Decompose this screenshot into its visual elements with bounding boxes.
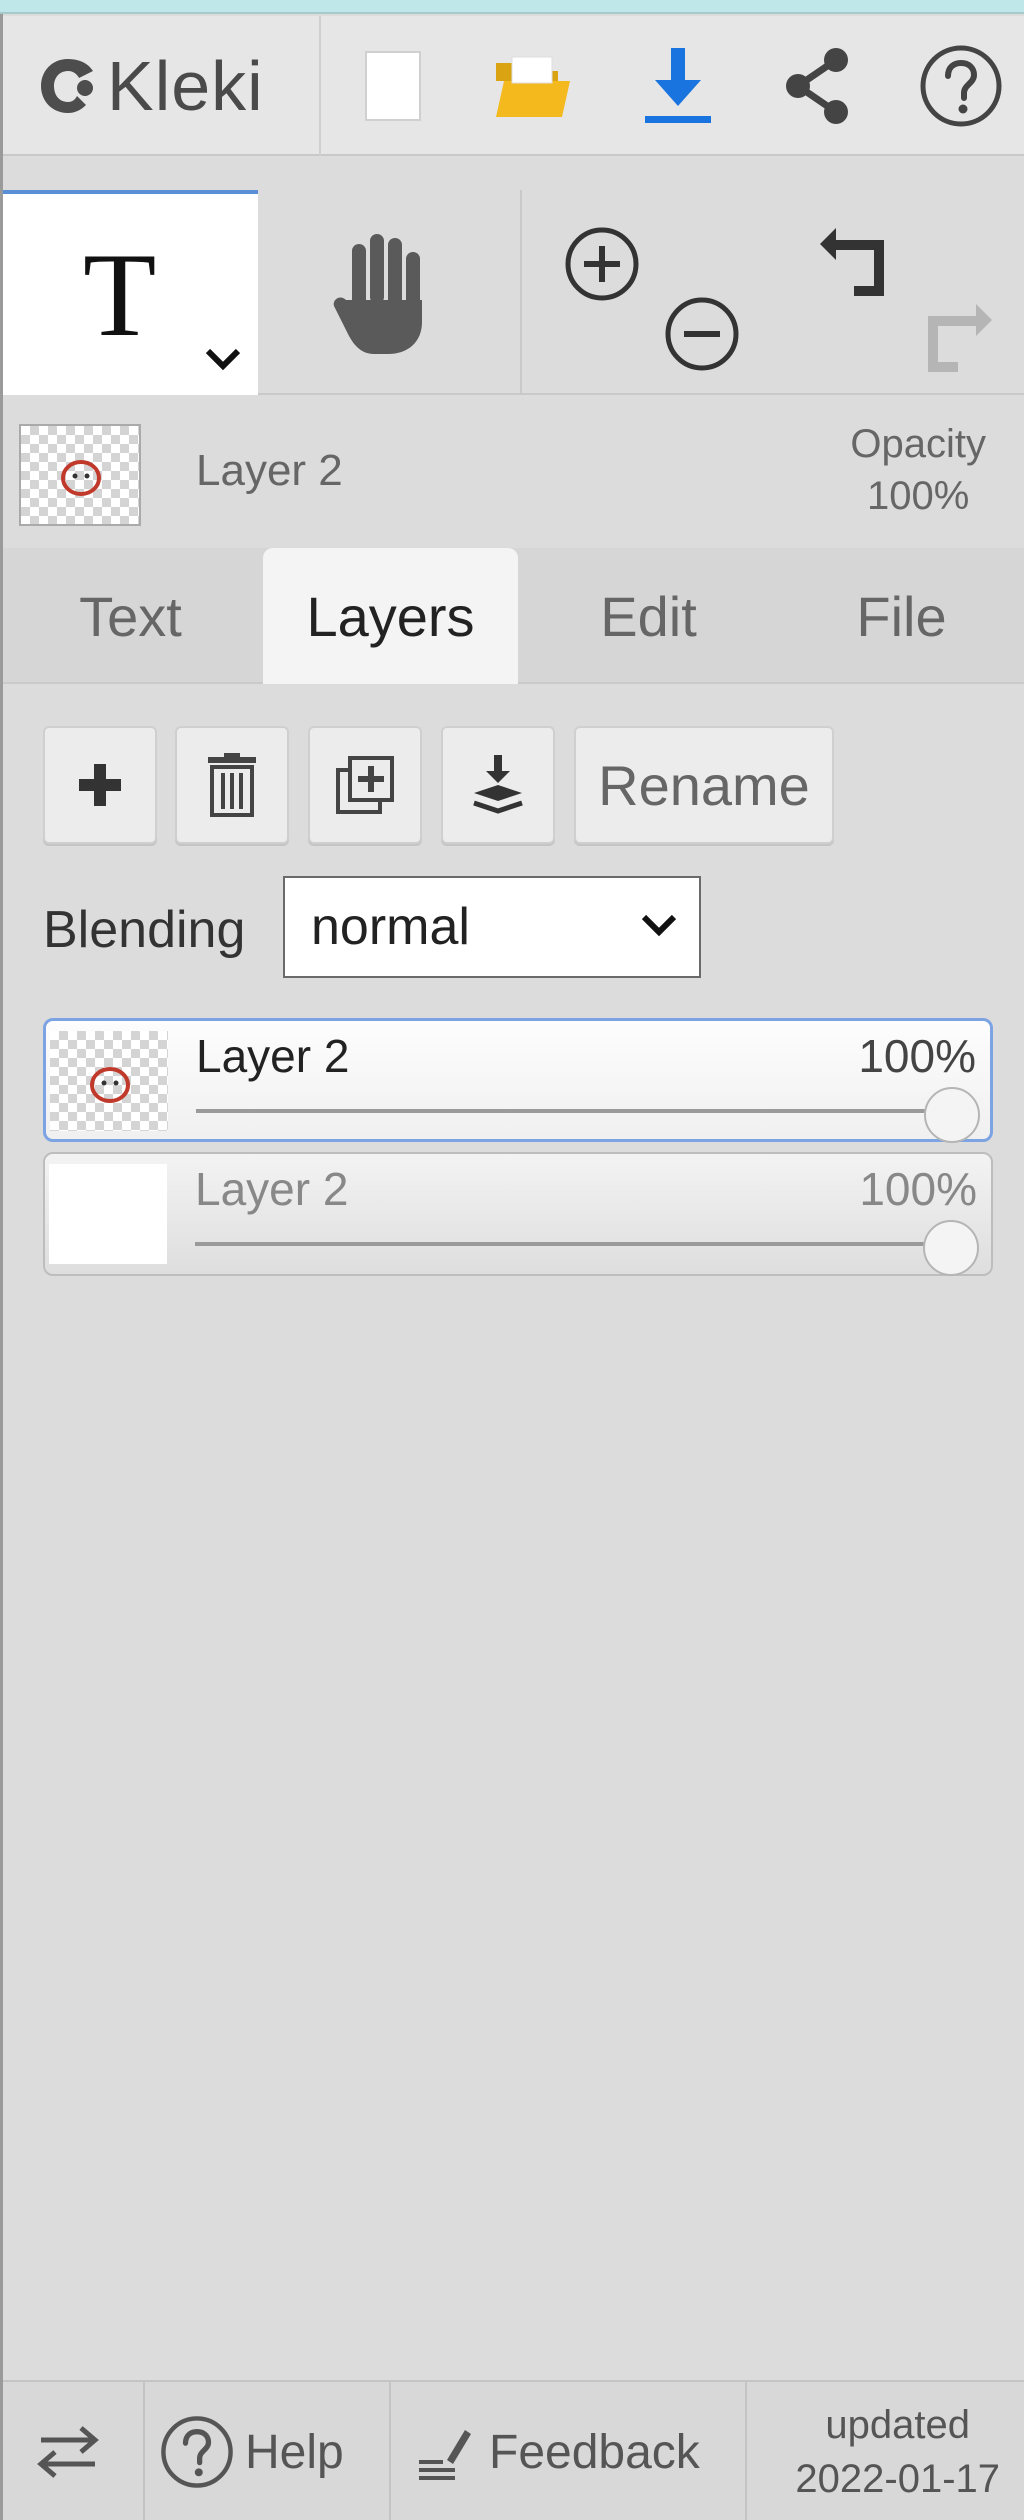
layer-opacity-slider-knob[interactable]: [924, 1087, 980, 1143]
trash-icon: [208, 753, 256, 817]
open-folder-icon: [496, 56, 570, 117]
chevron-down-icon: [641, 914, 677, 937]
blending-select[interactable]: normal: [283, 876, 701, 978]
blending-label: Blending: [43, 901, 246, 959]
history-buttons: [774, 190, 1024, 395]
merge-down-icon: [473, 755, 523, 814]
current-layer-info: Layer 2 Opacity 100%: [3, 398, 1024, 548]
kleki-logo-icon: [41, 59, 93, 113]
layer-opacity-slider-knob[interactable]: [923, 1220, 979, 1276]
app-logo[interactable]: Kleki: [3, 16, 321, 156]
layer-name: Layer 2: [195, 1163, 349, 1215]
footer-bar: Help Feedback updated 2022-01-17: [3, 2380, 1024, 2520]
add-layer-button[interactable]: [43, 726, 157, 844]
help-link[interactable]: Help: [159, 2382, 344, 2520]
updated-date: 2022-01-17: [795, 2457, 1000, 2501]
footer-divider: [389, 2382, 391, 2520]
app-name: Kleki: [107, 47, 264, 125]
version-info: updated 2022-01-17: [795, 2398, 1000, 2506]
feedback-label: Feedback: [489, 2425, 700, 2479]
footer-divider: [745, 2382, 747, 2520]
download-icon: [645, 48, 711, 123]
tab-text[interactable]: Text: [3, 548, 258, 684]
tab-file[interactable]: File: [779, 548, 1024, 684]
current-layer-thumbnail: [19, 424, 141, 526]
plus-icon: [79, 764, 121, 806]
rename-layer-button[interactable]: Rename: [574, 726, 834, 844]
zoom-buttons: [522, 190, 772, 395]
share-icon: [786, 48, 848, 124]
text-tool-button[interactable]: T: [3, 190, 258, 395]
menu-bar: Kleki: [3, 16, 1024, 156]
updated-label: updated: [825, 2403, 970, 2447]
feedback-icon: [419, 2430, 471, 2480]
window-top-strip: [0, 0, 1024, 14]
zoom-in-icon[interactable]: [562, 224, 642, 304]
layer-opacity: 100%: [858, 1030, 976, 1082]
hand-tool-button[interactable]: [260, 190, 518, 395]
swap-arrows-icon: [37, 2426, 99, 2478]
help-icon: [161, 2416, 233, 2488]
open-button[interactable]: [473, 16, 593, 156]
feedback-link[interactable]: Feedback: [413, 2382, 700, 2520]
merge-down-button[interactable]: [441, 726, 555, 844]
panel-tabs: Text Layers Edit File: [3, 548, 1024, 684]
new-file-icon: [365, 51, 421, 121]
drawing-thumbnail-icon: [61, 460, 101, 496]
tool-bar: T: [3, 190, 1024, 395]
duplicate-icon: [336, 756, 394, 814]
swap-sides-button[interactable]: [33, 2382, 103, 2520]
footer-divider: [143, 2382, 145, 2520]
tab-layers[interactable]: Layers: [263, 548, 518, 684]
redo-icon[interactable]: [914, 298, 998, 378]
hand-icon: [333, 234, 422, 354]
current-layer-name: Layer 2: [196, 446, 343, 495]
blending-value: normal: [311, 898, 470, 956]
layer-thumbnail: [50, 1031, 168, 1131]
current-layer-opacity[interactable]: Opacity 100%: [850, 418, 986, 522]
undo-icon[interactable]: [814, 222, 898, 302]
help-label: Help: [245, 2425, 344, 2479]
text-tool-icon: T: [83, 228, 157, 361]
layers-panel: Rename Blending normal Layer 2 100% Laye…: [3, 686, 1024, 2376]
layer-opacity: 100%: [859, 1163, 977, 1215]
layer-thumbnail: [49, 1164, 167, 1264]
drawing-thumbnail-icon: [90, 1067, 130, 1103]
opacity-label: Opacity: [850, 422, 986, 466]
zoom-out-icon[interactable]: [662, 294, 742, 374]
layer-opacity-slider[interactable]: [196, 1109, 976, 1113]
layer-item[interactable]: Layer 2 100%: [43, 1152, 993, 1276]
layer-item[interactable]: Layer 2 100%: [43, 1018, 993, 1143]
share-button[interactable]: [758, 16, 878, 156]
chevron-down-icon[interactable]: [203, 346, 243, 372]
layer-opacity-slider[interactable]: [195, 1242, 975, 1246]
opacity-value: 100%: [867, 474, 970, 518]
new-image-button[interactable]: [333, 16, 453, 156]
save-button[interactable]: [618, 16, 738, 156]
layer-name: Layer 2: [196, 1030, 350, 1082]
help-icon: [920, 45, 1001, 127]
delete-layer-button[interactable]: [175, 726, 289, 844]
duplicate-layer-button[interactable]: [308, 726, 422, 844]
help-button[interactable]: [903, 16, 1018, 156]
tab-edit[interactable]: Edit: [521, 548, 776, 684]
